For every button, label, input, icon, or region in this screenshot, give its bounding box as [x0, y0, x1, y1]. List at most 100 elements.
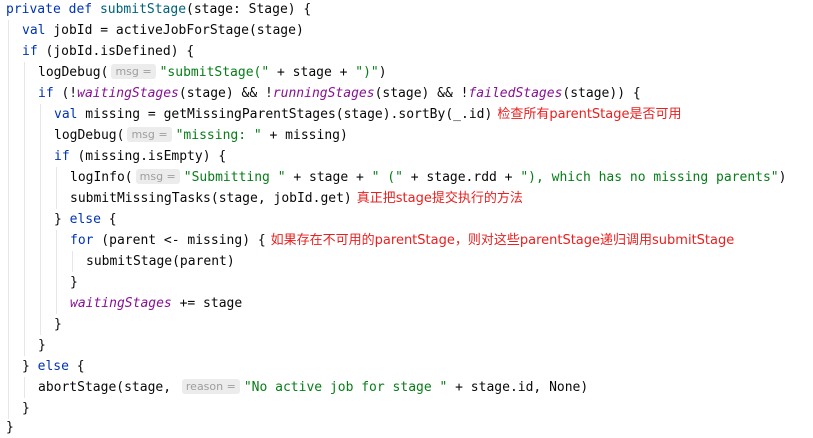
code-line-19: abortStage(stage, reason = "No active job…	[0, 377, 813, 398]
code-text: logDebug(msg = "submitStage(" + stage + "…	[38, 62, 387, 83]
indent-guide	[8, 83, 9, 104]
code-fragment: (stage) && !	[178, 86, 273, 101]
code-fragment: }	[22, 359, 38, 374]
code-text: logDebug(msg = "missing: " + missing)	[54, 125, 348, 146]
code-text: submitMissingTasks(stage, jobId.get) 真正把s…	[70, 188, 523, 209]
keyword: for	[70, 233, 94, 248]
indent-guide	[40, 293, 41, 314]
indent-guide	[40, 146, 41, 167]
indent-guide	[24, 251, 25, 272]
indent-guide	[56, 251, 57, 272]
indent-guide	[8, 20, 9, 41]
indent-guide	[56, 167, 57, 188]
code-line-13: submitStage(parent)	[0, 251, 813, 272]
indent-guide	[40, 272, 41, 293]
code-fragment: (parent <- missing) {	[93, 233, 266, 248]
keyword: else	[69, 212, 101, 227]
indent-guide	[56, 230, 57, 251]
code-fragment: (!	[53, 86, 78, 101]
code-text: }	[54, 314, 62, 335]
indent-guide	[8, 41, 9, 62]
indent-guide	[8, 104, 9, 125]
code-text: logInfo(msg = "Submitting " + stage + " (…	[70, 167, 786, 188]
indent-guide	[8, 272, 9, 293]
code-text: private def submitStage(stage: Stage) {	[6, 0, 311, 20]
string-literal: "), which has no missing parents"	[520, 170, 779, 185]
code-text: if (missing.isEmpty) {	[54, 146, 226, 167]
code-editor[interactable]: private def submitStage(stage: Stage) { …	[0, 0, 813, 435]
parameter-hint: msg =	[111, 64, 156, 79]
code-text: waitingStages += stage	[70, 293, 242, 314]
indent-guide	[40, 314, 41, 335]
string-literal: "No active job for stage "	[243, 380, 448, 395]
code-text: }	[38, 335, 46, 356]
code-fragment: submitStage(parent)	[86, 254, 235, 269]
code-line-16: }	[0, 314, 813, 335]
string-literal: ")"	[355, 65, 379, 80]
indent-guide	[8, 356, 9, 377]
string-literal: " ("	[371, 170, 403, 185]
code-text: }	[6, 417, 14, 438]
parameter-hint: msg =	[135, 169, 180, 184]
code-text: if (!waitingStages(stage) && !runningSta…	[38, 83, 641, 104]
indent-guide	[8, 62, 9, 83]
code-fragment: }	[22, 401, 30, 416]
code-line-14: }	[0, 272, 813, 293]
indent-guide	[40, 188, 41, 209]
code-text: abortStage(stage, reason = "No active job…	[38, 377, 588, 398]
indent-guide	[8, 167, 9, 188]
indent-guide	[40, 251, 41, 272]
indent-guide	[56, 188, 57, 209]
keyword: val	[22, 23, 46, 38]
code-text: }	[70, 272, 78, 293]
code-fragment: missing = getMissingParentStages(stage).…	[77, 107, 493, 122]
code-fragment: + stage +	[285, 170, 372, 185]
keyword: private	[6, 2, 61, 17]
method-name: submitStage	[99, 2, 187, 17]
code-line-18: } else {	[0, 356, 813, 377]
indent-guide	[24, 209, 25, 230]
code-fragment: jobId = activeJobForStage(stage)	[45, 23, 304, 38]
code-fragment: submitMissingTasks(stage, jobId.get)	[70, 191, 352, 206]
code-fragment: + missing)	[261, 128, 348, 143]
indent-guide	[24, 104, 25, 125]
field-reference: waitingStages	[77, 86, 179, 101]
code-line-3: if (jobId.isDefined) {	[0, 41, 813, 62]
keyword: else	[37, 359, 69, 374]
code-line-21: }	[0, 417, 813, 438]
code-line-2: val jobId = activeJobForStage(stage)	[0, 20, 813, 41]
code-line-9: logInfo(msg = "Submitting " + stage + " (…	[0, 167, 813, 188]
code-line-6: val missing = getMissingParentStages(sta…	[0, 104, 813, 125]
code-fragment: (missing.isEmpty) {	[69, 149, 227, 164]
code-line-12: for (parent <- missing) { 如果存在不可用的parentS…	[0, 230, 813, 251]
code-text: }	[22, 398, 30, 419]
field-reference: runningStages	[272, 86, 375, 101]
annotation-note: 检查所有parentStage是否可用	[497, 107, 682, 122]
code-line-20: }	[0, 398, 813, 419]
code-text: val jobId = activeJobForStage(stage)	[22, 20, 304, 41]
indent-guide	[72, 251, 73, 272]
string-literal: "missing: "	[175, 128, 262, 143]
code-fragment: += stage	[171, 296, 243, 311]
indent-guide	[8, 146, 9, 167]
code-fragment: (stage) && !	[374, 86, 469, 101]
annotation-note: 如果存在不可用的parentStage，则对这些parentStage递归调用s…	[270, 233, 735, 248]
indent-guide	[40, 104, 41, 125]
code-fragment: + stage.rdd +	[402, 170, 521, 185]
indent-guide	[8, 335, 9, 356]
indent-guide	[8, 209, 9, 230]
indent-guide	[8, 125, 9, 146]
code-fragment: + stage +	[269, 65, 356, 80]
code-text: if (jobId.isDefined) {	[22, 41, 194, 62]
code-fragment: }	[70, 275, 78, 290]
code-line-17: }	[0, 335, 813, 356]
indent-guide	[24, 293, 25, 314]
indent-guide	[8, 188, 9, 209]
code-text: } else {	[22, 356, 85, 377]
code-fragment: }	[54, 317, 62, 332]
indent-guide	[8, 251, 9, 272]
indent-guide	[24, 377, 25, 398]
string-literal: "submitStage("	[159, 65, 270, 80]
indent-guide	[24, 335, 25, 356]
code-fragment: )	[778, 170, 787, 185]
